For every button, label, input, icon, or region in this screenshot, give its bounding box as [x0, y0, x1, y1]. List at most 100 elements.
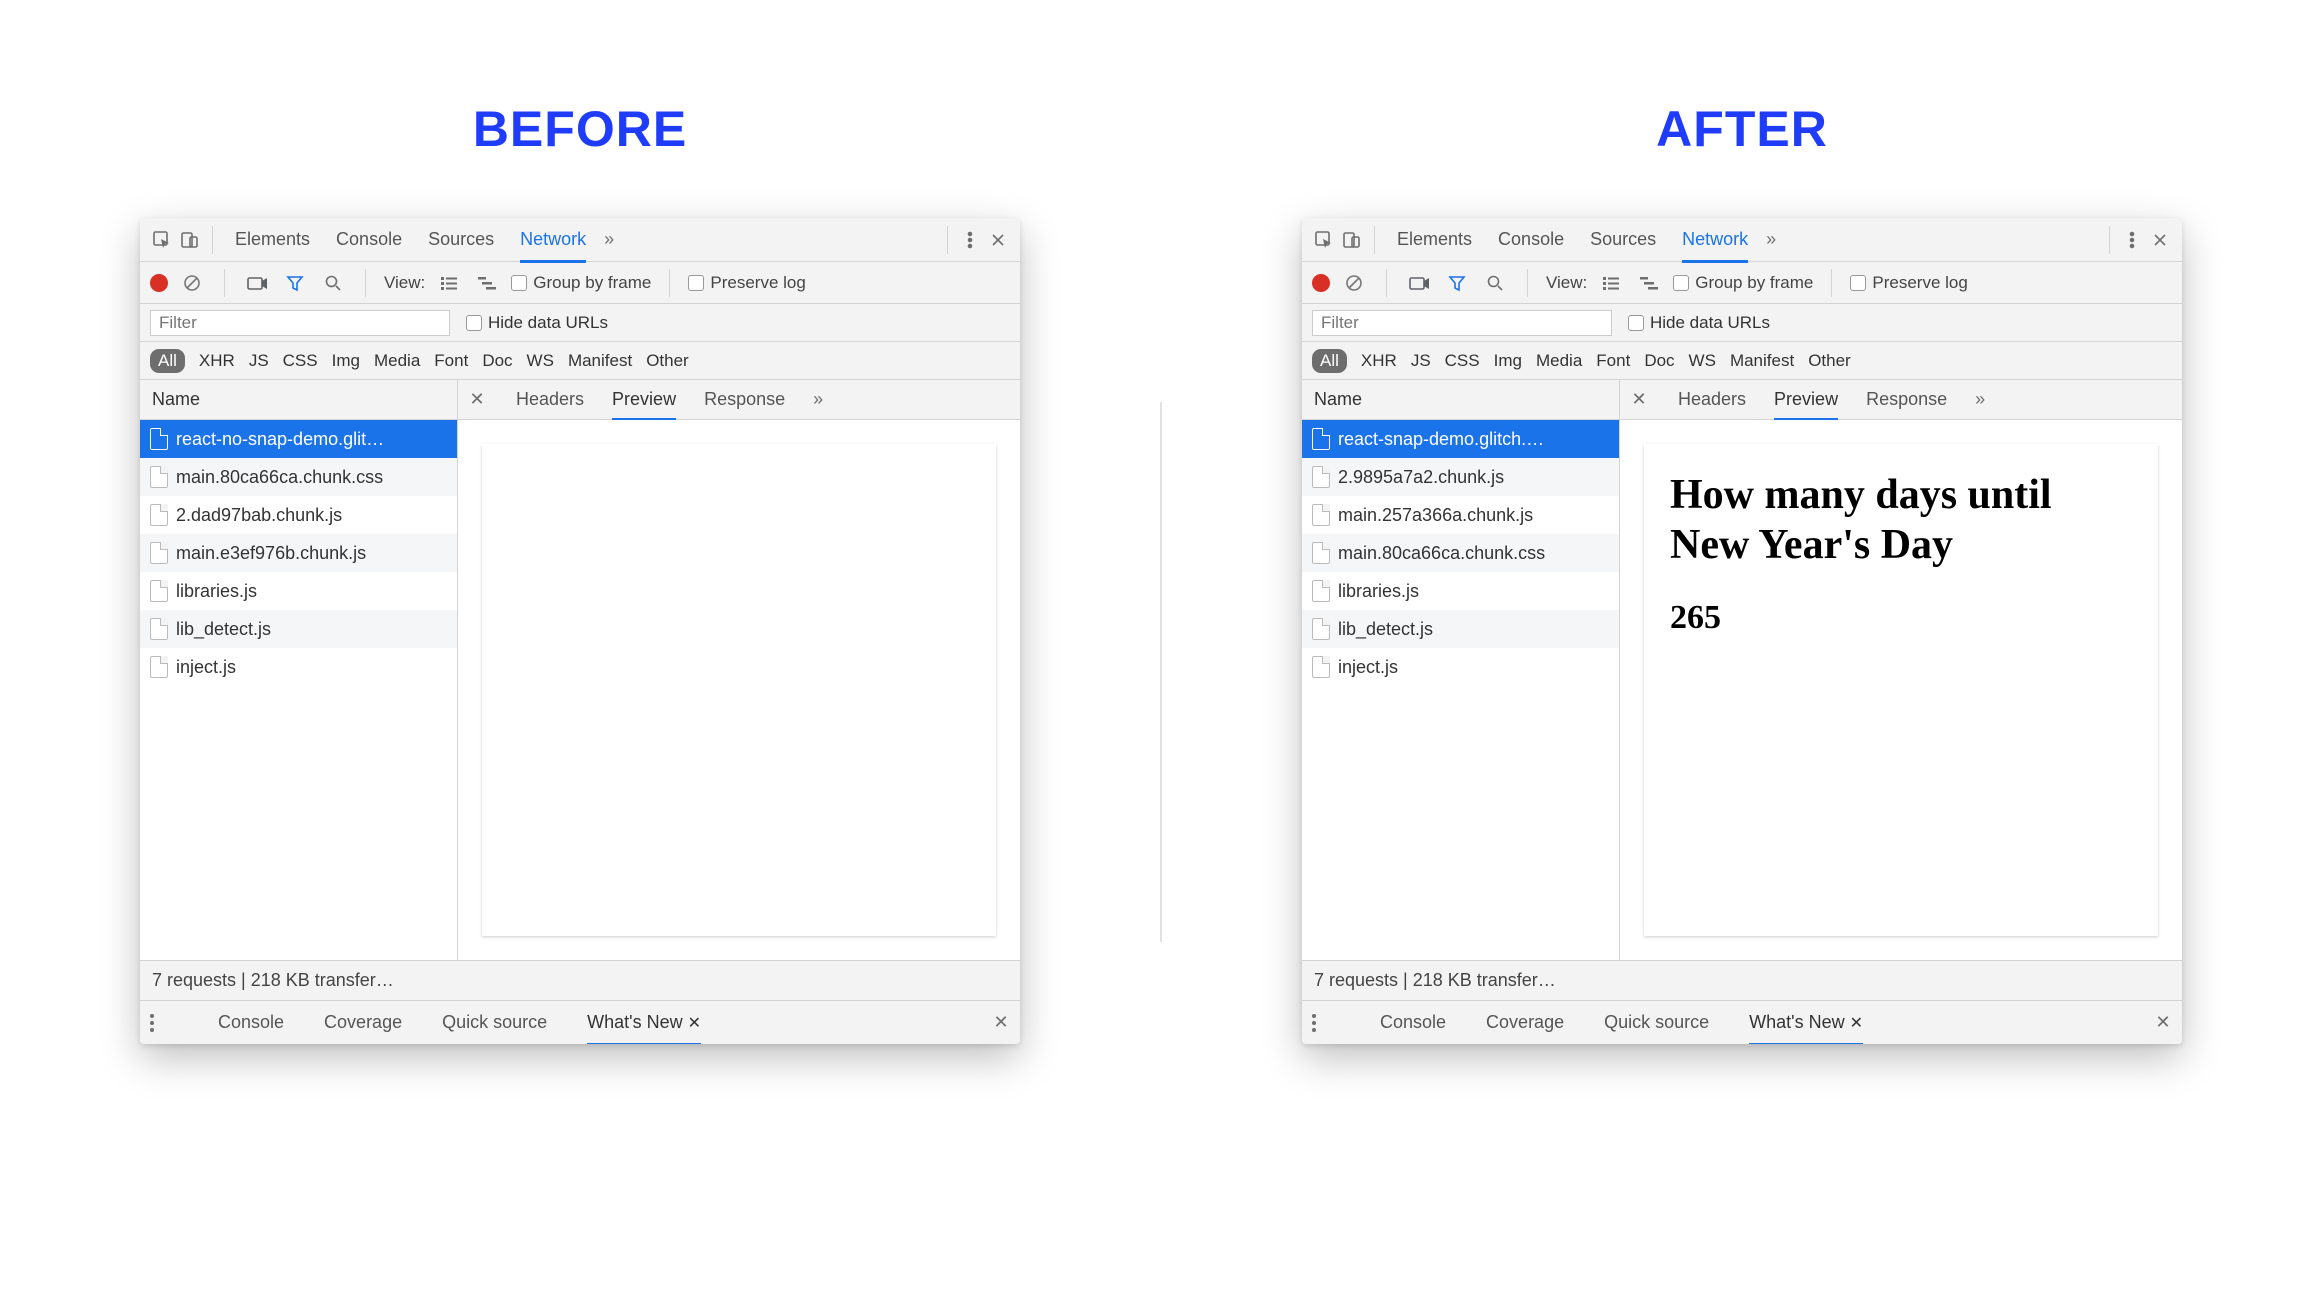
- filter-type-media[interactable]: Media: [1536, 351, 1582, 371]
- filter-type-xhr[interactable]: XHR: [1361, 351, 1397, 371]
- request-row[interactable]: libraries.js: [140, 572, 457, 610]
- tab-sources[interactable]: Sources: [1590, 219, 1656, 260]
- request-row[interactable]: inject.js: [140, 648, 457, 686]
- tab-elements[interactable]: Elements: [235, 219, 310, 260]
- preserve-log-checkbox[interactable]: Preserve log: [1850, 273, 1967, 293]
- filter-type-doc[interactable]: Doc: [482, 351, 512, 371]
- drawer-tab-console[interactable]: Console: [218, 1002, 284, 1043]
- hide-data-urls-checkbox[interactable]: Hide data URLs: [1628, 313, 1770, 333]
- filter-icon[interactable]: [281, 269, 309, 297]
- group-by-frame-checkbox[interactable]: Group by frame: [1673, 273, 1813, 293]
- record-icon[interactable]: [150, 274, 168, 292]
- tab-sources[interactable]: Sources: [428, 219, 494, 260]
- filter-type-all[interactable]: All: [1312, 349, 1347, 373]
- kebab-menu-icon[interactable]: [956, 226, 984, 254]
- close-details-icon[interactable]: ✕: [1628, 389, 1650, 410]
- close-icon[interactable]: [984, 226, 1012, 254]
- drawer-tab-quicksource[interactable]: Quick source: [442, 1002, 547, 1043]
- tab-headers[interactable]: Headers: [1678, 381, 1746, 418]
- tab-response[interactable]: Response: [704, 381, 785, 418]
- drawer-tab-coverage[interactable]: Coverage: [1486, 1002, 1564, 1043]
- device-toggle-icon[interactable]: [176, 226, 204, 254]
- filter-type-font[interactable]: Font: [1596, 351, 1630, 371]
- camera-icon[interactable]: [243, 269, 271, 297]
- view-list-icon[interactable]: [1597, 269, 1625, 297]
- filter-type-font[interactable]: Font: [434, 351, 468, 371]
- request-row[interactable]: react-no-snap-demo.glit…: [140, 420, 457, 458]
- more-detail-tabs-icon[interactable]: »: [1975, 389, 1985, 410]
- filter-type-img[interactable]: Img: [332, 351, 360, 371]
- request-row[interactable]: 2.9895a7a2.chunk.js: [1302, 458, 1619, 496]
- camera-icon[interactable]: [1405, 269, 1433, 297]
- filter-type-css[interactable]: CSS: [283, 351, 318, 371]
- kebab-menu-icon[interactable]: [2118, 226, 2146, 254]
- tab-network[interactable]: Network: [520, 219, 586, 263]
- filter-icon[interactable]: [1443, 269, 1471, 297]
- preserve-log-checkbox[interactable]: Preserve log: [688, 273, 805, 293]
- close-details-icon[interactable]: ✕: [466, 389, 488, 410]
- tab-response[interactable]: Response: [1866, 381, 1947, 418]
- request-row[interactable]: 2.dad97bab.chunk.js: [140, 496, 457, 534]
- request-row[interactable]: main.257a366a.chunk.js: [1302, 496, 1619, 534]
- filter-type-media[interactable]: Media: [374, 351, 420, 371]
- filter-input[interactable]: [150, 310, 450, 336]
- clear-icon[interactable]: [1340, 269, 1368, 297]
- drawer-more-icon[interactable]: [1312, 1014, 1316, 1032]
- drawer-tab-console[interactable]: Console: [1380, 1002, 1446, 1043]
- more-detail-tabs-icon[interactable]: »: [813, 389, 823, 410]
- view-waterfall-icon[interactable]: [1635, 269, 1663, 297]
- drawer-tab-coverage[interactable]: Coverage: [324, 1002, 402, 1043]
- filter-type-manifest[interactable]: Manifest: [1730, 351, 1794, 371]
- drawer-tab-whatsnew[interactable]: What's New ✕: [587, 1002, 701, 1045]
- more-tabs-icon[interactable]: »: [604, 229, 614, 250]
- drawer-close-icon[interactable]: ✕: [990, 1012, 1012, 1033]
- filter-type-ws[interactable]: WS: [527, 351, 554, 371]
- group-by-frame-checkbox[interactable]: Group by frame: [511, 273, 651, 293]
- filter-type-img[interactable]: Img: [1494, 351, 1522, 371]
- tab-headers[interactable]: Headers: [516, 381, 584, 418]
- view-list-icon[interactable]: [435, 269, 463, 297]
- more-tabs-icon[interactable]: »: [1766, 229, 1776, 250]
- filter-type-js[interactable]: JS: [1411, 351, 1431, 371]
- inspect-icon[interactable]: [148, 226, 176, 254]
- hide-data-urls-checkbox[interactable]: Hide data URLs: [466, 313, 608, 333]
- tab-preview[interactable]: Preview: [1774, 381, 1838, 421]
- request-row[interactable]: main.80ca66ca.chunk.css: [140, 458, 457, 496]
- request-row[interactable]: main.e3ef976b.chunk.js: [140, 534, 457, 572]
- inspect-icon[interactable]: [1310, 226, 1338, 254]
- name-column-header[interactable]: Name: [140, 380, 457, 420]
- clear-icon[interactable]: [178, 269, 206, 297]
- view-waterfall-icon[interactable]: [473, 269, 501, 297]
- close-icon[interactable]: [2146, 226, 2174, 254]
- tab-network[interactable]: Network: [1682, 219, 1748, 263]
- drawer-tab-quicksource[interactable]: Quick source: [1604, 1002, 1709, 1043]
- filter-type-other[interactable]: Other: [1808, 351, 1851, 371]
- filter-type-all[interactable]: All: [150, 349, 185, 373]
- filter-type-doc[interactable]: Doc: [1644, 351, 1674, 371]
- drawer-close-icon[interactable]: ✕: [688, 1015, 701, 1032]
- filter-type-js[interactable]: JS: [249, 351, 269, 371]
- request-row[interactable]: inject.js: [1302, 648, 1619, 686]
- request-row[interactable]: libraries.js: [1302, 572, 1619, 610]
- drawer-close-icon[interactable]: ✕: [2152, 1012, 2174, 1033]
- record-icon[interactable]: [1312, 274, 1330, 292]
- filter-type-xhr[interactable]: XHR: [199, 351, 235, 371]
- filter-type-css[interactable]: CSS: [1445, 351, 1480, 371]
- request-row[interactable]: react-snap-demo.glitch.…: [1302, 420, 1619, 458]
- drawer-tab-whatsnew[interactable]: What's New ✕: [1749, 1002, 1863, 1045]
- tab-elements[interactable]: Elements: [1397, 219, 1472, 260]
- request-row[interactable]: main.80ca66ca.chunk.css: [1302, 534, 1619, 572]
- request-row[interactable]: lib_detect.js: [140, 610, 457, 648]
- filter-input[interactable]: [1312, 310, 1612, 336]
- request-row[interactable]: lib_detect.js: [1302, 610, 1619, 648]
- tab-preview[interactable]: Preview: [612, 381, 676, 421]
- tab-console[interactable]: Console: [336, 219, 402, 260]
- search-icon[interactable]: [1481, 269, 1509, 297]
- filter-type-manifest[interactable]: Manifest: [568, 351, 632, 371]
- filter-type-ws[interactable]: WS: [1689, 351, 1716, 371]
- name-column-header[interactable]: Name: [1302, 380, 1619, 420]
- drawer-close-icon[interactable]: ✕: [1850, 1015, 1863, 1032]
- tab-console[interactable]: Console: [1498, 219, 1564, 260]
- drawer-more-icon[interactable]: [150, 1014, 154, 1032]
- search-icon[interactable]: [319, 269, 347, 297]
